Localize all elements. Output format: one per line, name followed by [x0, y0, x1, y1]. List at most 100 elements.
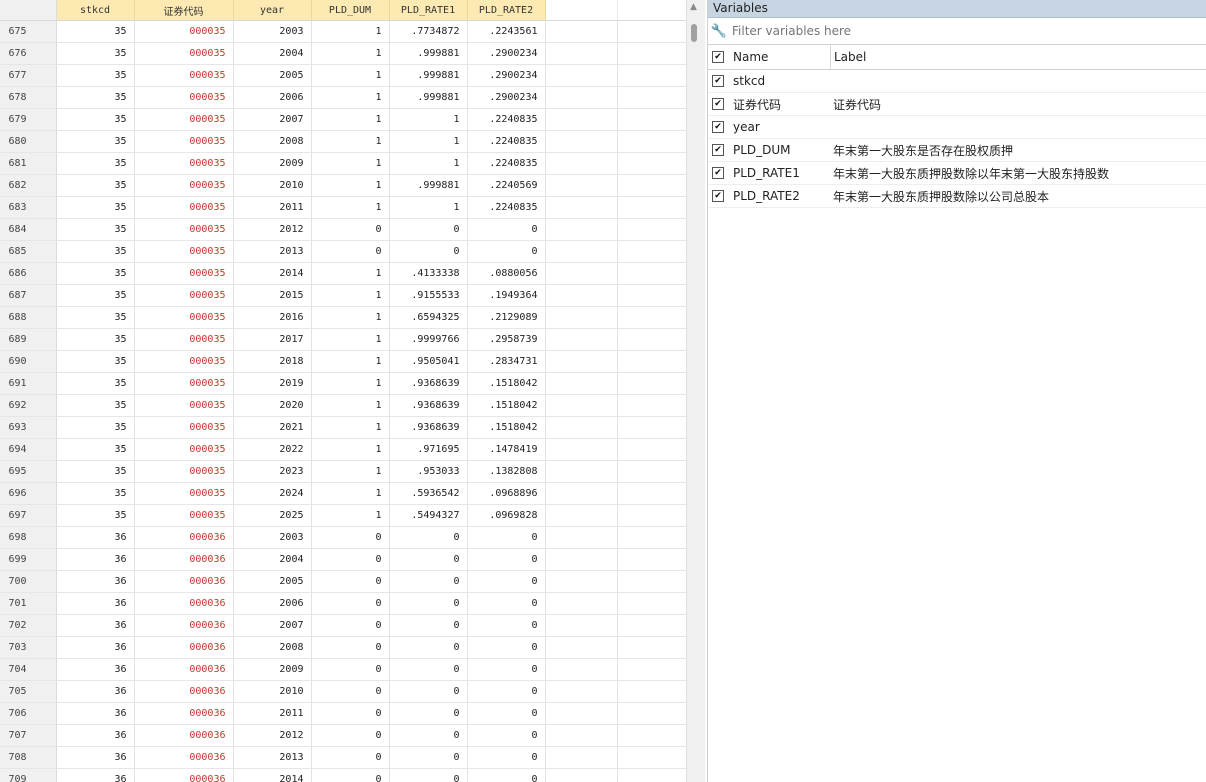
table-cell[interactable]: .1518042 [467, 372, 546, 395]
select-all-checkbox[interactable]: ✔ [712, 51, 724, 63]
table-cell[interactable]: 0 [467, 240, 546, 263]
row-index[interactable]: 688 [0, 306, 57, 329]
table-cell[interactable]: 2008 [233, 130, 312, 153]
table-cell[interactable]: 1 [311, 372, 390, 395]
table-cell[interactable]: 2003 [233, 20, 312, 43]
table-cell[interactable]: .2958739 [467, 328, 546, 351]
table-cell[interactable]: 2012 [233, 724, 312, 747]
table-cell[interactable]: 36 [56, 548, 135, 571]
table-cell[interactable]: 0 [467, 592, 546, 615]
table-cell[interactable]: 36 [56, 658, 135, 681]
table-cell[interactable]: .2900234 [467, 86, 546, 109]
table-cell[interactable]: .9368639 [389, 394, 468, 417]
column-header-pld-rate1[interactable]: PLD_RATE1 [389, 0, 468, 21]
row-index[interactable]: 695 [0, 460, 57, 483]
table-cell[interactable]: 2004 [233, 548, 312, 571]
table-cell[interactable]: .0969828 [467, 504, 546, 527]
table-cell[interactable]: 1 [311, 20, 390, 43]
row-index[interactable]: 698 [0, 526, 57, 549]
table-cell[interactable]: 0 [311, 636, 390, 659]
table-cell[interactable]: 2006 [233, 592, 312, 615]
table-cell[interactable]: 36 [56, 570, 135, 593]
table-cell[interactable]: 2010 [233, 680, 312, 703]
row-index[interactable]: 680 [0, 130, 57, 153]
table-cell[interactable]: 2015 [233, 284, 312, 307]
table-cell[interactable]: .2240835 [467, 108, 546, 131]
table-cell[interactable]: .1478419 [467, 438, 546, 461]
table-cell[interactable]: .971695 [389, 438, 468, 461]
table-cell[interactable]: .5936542 [389, 482, 468, 505]
row-index[interactable]: 696 [0, 482, 57, 505]
table-cell[interactable]: .999881 [389, 86, 468, 109]
table-cell[interactable]: 000036 [134, 702, 234, 725]
table-cell[interactable]: 0 [389, 680, 468, 703]
column-header-pld-rate2[interactable]: PLD_RATE2 [467, 0, 546, 21]
row-index[interactable]: 679 [0, 108, 57, 131]
table-cell[interactable]: 2019 [233, 372, 312, 395]
table-cell[interactable]: 0 [311, 240, 390, 263]
checkbox-checked-icon[interactable]: ✔ [712, 75, 724, 87]
table-cell[interactable]: .2900234 [467, 64, 546, 87]
table-cell[interactable]: 000035 [134, 394, 234, 417]
table-cell[interactable]: 0 [467, 526, 546, 549]
table-cell[interactable]: 35 [56, 86, 135, 109]
table-cell[interactable]: 000035 [134, 438, 234, 461]
table-cell[interactable]: 36 [56, 746, 135, 769]
row-index[interactable]: 681 [0, 152, 57, 175]
column-header-pld-dum[interactable]: PLD_DUM [311, 0, 390, 21]
table-cell[interactable]: 2009 [233, 658, 312, 681]
table-cell[interactable]: 0 [467, 614, 546, 637]
row-index[interactable]: 685 [0, 240, 57, 263]
table-cell[interactable]: 1 [389, 152, 468, 175]
table-cell[interactable]: 0 [467, 768, 546, 782]
table-cell[interactable]: 35 [56, 262, 135, 285]
table-cell[interactable]: 2005 [233, 64, 312, 87]
table-cell[interactable]: 35 [56, 504, 135, 527]
table-cell[interactable]: 2010 [233, 174, 312, 197]
row-index[interactable]: 707 [0, 724, 57, 747]
table-cell[interactable]: 2021 [233, 416, 312, 439]
table-cell[interactable]: 0 [311, 570, 390, 593]
row-index[interactable]: 694 [0, 438, 57, 461]
table-cell[interactable]: 36 [56, 680, 135, 703]
table-cell[interactable]: .1518042 [467, 416, 546, 439]
table-cell[interactable]: 0 [467, 702, 546, 725]
row-index[interactable]: 701 [0, 592, 57, 615]
table-cell[interactable]: 000036 [134, 570, 234, 593]
table-cell[interactable]: 1 [311, 328, 390, 351]
table-cell[interactable]: 000035 [134, 262, 234, 285]
table-cell[interactable]: 1 [389, 130, 468, 153]
row-index[interactable]: 683 [0, 196, 57, 219]
row-index[interactable]: 691 [0, 372, 57, 395]
table-cell[interactable]: 1 [311, 86, 390, 109]
table-cell[interactable]: .4133338 [389, 262, 468, 285]
row-index[interactable]: 709 [0, 768, 57, 782]
row-index[interactable]: 706 [0, 702, 57, 725]
table-cell[interactable]: .999881 [389, 42, 468, 65]
table-cell[interactable]: .2129089 [467, 306, 546, 329]
table-cell[interactable]: .0968896 [467, 482, 546, 505]
table-cell[interactable]: 0 [389, 614, 468, 637]
row-index[interactable]: 692 [0, 394, 57, 417]
table-cell[interactable]: 0 [311, 746, 390, 769]
table-cell[interactable]: 35 [56, 306, 135, 329]
table-cell[interactable]: .999881 [389, 174, 468, 197]
table-cell[interactable]: 2016 [233, 306, 312, 329]
table-cell[interactable]: 0 [467, 218, 546, 241]
column-header-securities-code[interactable]: 证券代码 [134, 0, 234, 21]
table-cell[interactable]: 0 [389, 526, 468, 549]
table-cell[interactable]: 000036 [134, 592, 234, 615]
table-cell[interactable]: 1 [311, 64, 390, 87]
table-cell[interactable]: 000036 [134, 526, 234, 549]
row-index[interactable]: 690 [0, 350, 57, 373]
table-cell[interactable]: 0 [311, 526, 390, 549]
table-cell[interactable]: .9999766 [389, 328, 468, 351]
table-cell[interactable]: 0 [389, 768, 468, 782]
table-cell[interactable]: 2007 [233, 614, 312, 637]
table-cell[interactable]: 1 [311, 196, 390, 219]
variable-row[interactable]: ✔ PLD_RATE1 年末第一大股东质押股数除以年末第一大股东持股数 [708, 162, 1206, 185]
table-cell[interactable]: 1 [311, 130, 390, 153]
vertical-scrollbar[interactable]: ▲ [686, 0, 705, 782]
table-cell[interactable]: 000036 [134, 724, 234, 747]
table-cell[interactable]: 35 [56, 438, 135, 461]
